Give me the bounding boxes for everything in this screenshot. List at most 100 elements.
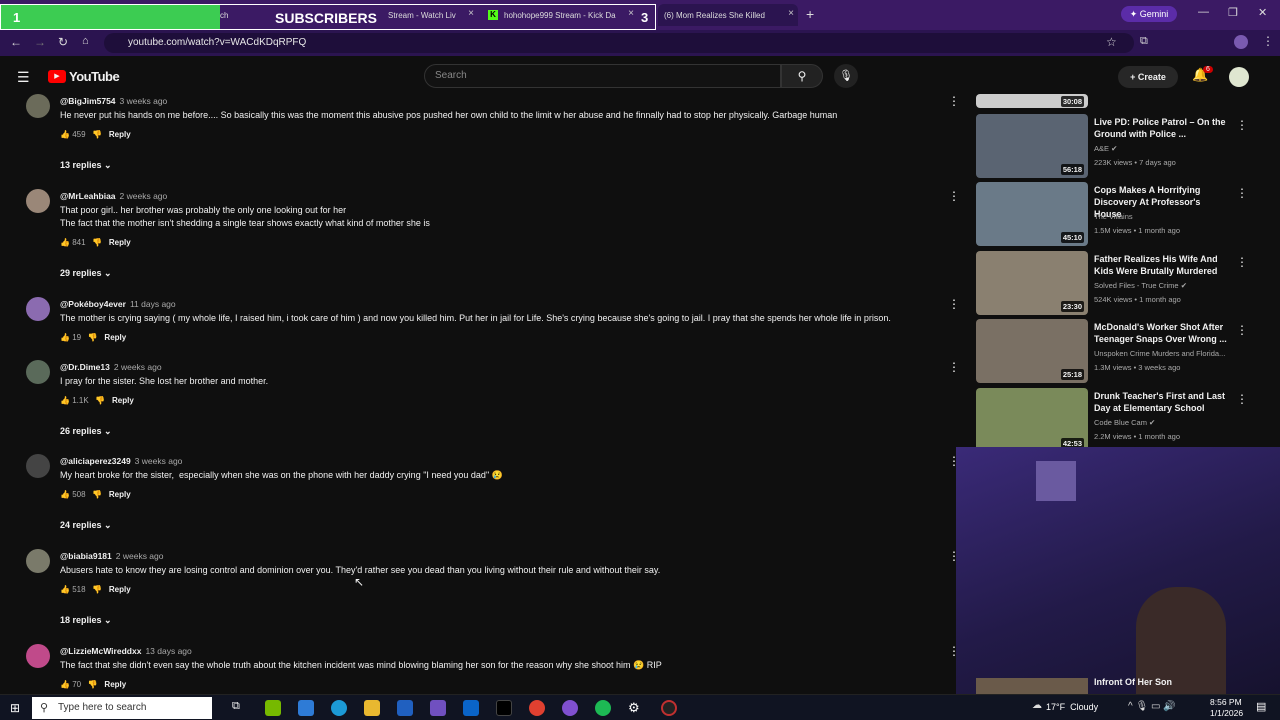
comment-menu-icon[interactable]: ⋮ xyxy=(948,297,960,311)
like-icon[interactable]: 👍 xyxy=(60,396,70,405)
folder-icon[interactable] xyxy=(364,700,380,716)
comment-author[interactable]: @MrLeahbiaa xyxy=(60,191,116,201)
recommended-video[interactable]: 30:08 xyxy=(976,94,1246,108)
replies-toggle[interactable]: 26 replies ⌄ xyxy=(60,426,112,437)
video-thumbnail[interactable]: 30:08 xyxy=(976,94,1088,108)
chrome-icon[interactable] xyxy=(529,700,545,716)
comment-menu-icon[interactable]: ⋮ xyxy=(948,360,960,374)
search-button[interactable]: ⚲ xyxy=(781,64,823,88)
dislike-icon[interactable]: 👎 xyxy=(88,680,98,689)
video-thumbnail[interactable]: 25:18 xyxy=(976,319,1088,383)
avatar[interactable] xyxy=(26,94,50,118)
video-thumbnail[interactable]: 42:53 xyxy=(976,388,1088,452)
comment-menu-icon[interactable]: ⋮ xyxy=(948,94,960,108)
windows-start-icon[interactable]: ⊞ xyxy=(10,701,20,715)
reply-button[interactable]: Reply xyxy=(109,585,131,594)
home-icon[interactable]: ⌂ xyxy=(82,35,89,47)
avatar[interactable] xyxy=(26,454,50,478)
replies-toggle[interactable]: 24 replies ⌄ xyxy=(60,520,112,531)
video-thumbnail[interactable] xyxy=(976,678,1088,694)
like-icon[interactable]: 👍 xyxy=(60,130,70,139)
reply-button[interactable]: Reply xyxy=(104,680,126,689)
video-title[interactable]: McDonald's Worker Shot After Teenager Sn… xyxy=(1094,321,1228,345)
video-thumbnail[interactable]: 23:30 xyxy=(976,251,1088,315)
dislike-icon[interactable]: 👎 xyxy=(92,130,102,139)
like-icon[interactable]: 👍 xyxy=(60,585,70,594)
avatar[interactable] xyxy=(26,297,50,321)
avatar[interactable] xyxy=(26,644,50,668)
comment-author[interactable]: @biabia9181 xyxy=(60,551,112,561)
new-tab-button[interactable]: + xyxy=(806,6,814,22)
forward-icon[interactable]: → xyxy=(34,35,46,49)
back-icon[interactable]: ← xyxy=(10,35,22,49)
like-icon[interactable]: 👍 xyxy=(60,680,70,689)
youtube-logo[interactable]: ▶ YouTube xyxy=(48,69,120,84)
recommended-video[interactable]: 45:10 Cops Makes A Horrifying Discovery … xyxy=(976,182,1248,246)
replies-toggle[interactable]: 18 replies ⌄ xyxy=(60,615,112,626)
avatar[interactable] xyxy=(26,189,50,213)
browser-menu-icon[interactable]: ⋮ xyxy=(1262,34,1274,48)
dislike-icon[interactable]: 👎 xyxy=(88,333,98,342)
task-view-icon[interactable]: ⧉ xyxy=(232,700,248,716)
tiktok-icon[interactable] xyxy=(496,700,512,716)
notification-center-icon[interactable]: ▤ xyxy=(1256,700,1266,713)
tab-close-icon[interactable]: × xyxy=(468,8,474,19)
address-bar[interactable]: youtube.com/watch?v=WACdKDqRPFQ xyxy=(104,33,1134,53)
window-minimize-icon[interactable]: — xyxy=(1198,6,1209,18)
profile-avatar[interactable] xyxy=(1234,35,1248,49)
video-title[interactable]: Live PD: Police Patrol – On the Ground w… xyxy=(1094,116,1228,140)
window-close-icon[interactable]: ✕ xyxy=(1258,6,1267,19)
extensions-icon[interactable]: ⧉ xyxy=(1140,35,1148,48)
replies-toggle[interactable]: 13 replies ⌄ xyxy=(60,160,112,171)
taskbar-search-input[interactable]: Type here to search xyxy=(32,697,212,719)
chrome-profile-icon[interactable] xyxy=(562,700,578,716)
video-title[interactable]: Father Realizes His Wife And Kids Were B… xyxy=(1094,253,1228,277)
reply-button[interactable]: Reply xyxy=(109,490,131,499)
dislike-icon[interactable]: 👎 xyxy=(92,585,102,594)
reply-button[interactable]: Reply xyxy=(104,333,126,342)
video-menu-icon[interactable]: ⋮ xyxy=(1236,323,1248,337)
system-tray-icons[interactable]: ^ 🎙 ▭ 🔊 xyxy=(1128,701,1176,712)
window-restore-icon[interactable]: ❐ xyxy=(1228,6,1238,19)
recommended-video[interactable]: 56:18 Live PD: Police Patrol – On the Gr… xyxy=(976,114,1248,178)
video-menu-icon[interactable]: ⋮ xyxy=(1236,118,1248,132)
video-thumbnail[interactable]: 45:10 xyxy=(976,182,1088,246)
avatar[interactable] xyxy=(26,549,50,573)
spotify-icon[interactable] xyxy=(595,700,611,716)
app-icon[interactable] xyxy=(430,700,446,716)
create-button[interactable]: + Create xyxy=(1118,66,1178,88)
comment-author[interactable]: @Pokéboy4ever xyxy=(60,299,126,309)
browser-tab[interactable]: ch xyxy=(220,4,232,26)
account-avatar[interactable] xyxy=(1229,67,1249,87)
tab-close-icon[interactable]: × xyxy=(628,8,634,19)
gemini-button[interactable]: ✦ Gemini xyxy=(1121,6,1177,22)
dislike-icon[interactable]: 👎 xyxy=(95,396,105,405)
like-icon[interactable]: 👍 xyxy=(60,333,70,342)
browser-tab[interactable]: Stream - Watch Liv × xyxy=(388,4,478,26)
comment-menu-icon[interactable]: ⋮ xyxy=(948,189,960,203)
recommended-video[interactable]: 23:30 Father Realizes His Wife And Kids … xyxy=(976,251,1248,315)
weather-text[interactable]: 17°F Cloudy xyxy=(1046,702,1098,712)
reply-button[interactable]: Reply xyxy=(109,130,131,139)
nvidia-icon[interactable] xyxy=(265,700,281,716)
avatar[interactable] xyxy=(26,360,50,384)
like-icon[interactable]: 👍 xyxy=(60,238,70,247)
app-icon[interactable] xyxy=(298,700,314,716)
obs-icon[interactable] xyxy=(661,700,677,716)
tab-close-icon[interactable]: × xyxy=(788,8,794,19)
video-menu-icon[interactable]: ⋮ xyxy=(1236,392,1248,406)
comment-author[interactable]: @LizzieMcWireddxx xyxy=(60,646,141,656)
voice-search-button[interactable]: 🎙 xyxy=(834,64,858,88)
clock-time[interactable]: 8:56 PM xyxy=(1210,697,1242,707)
dislike-icon[interactable]: 👎 xyxy=(92,238,102,247)
recommended-video[interactable]: 25:18 McDonald's Worker Shot After Teena… xyxy=(976,319,1248,383)
reply-button[interactable]: Reply xyxy=(109,238,131,247)
bookmark-star-icon[interactable]: ☆ xyxy=(1106,35,1117,49)
video-menu-icon[interactable]: ⋮ xyxy=(1236,186,1248,200)
like-icon[interactable]: 👍 xyxy=(60,490,70,499)
replies-toggle[interactable]: 29 replies ⌄ xyxy=(60,268,112,279)
hamburger-menu-icon[interactable]: ☰ xyxy=(17,69,30,86)
browser-tab-active[interactable]: (6) Mom Realizes She Killed × xyxy=(658,4,798,26)
video-title[interactable]: Infront Of Her Son xyxy=(1094,677,1172,687)
clock-date[interactable]: 1/1/2026 xyxy=(1210,708,1243,718)
